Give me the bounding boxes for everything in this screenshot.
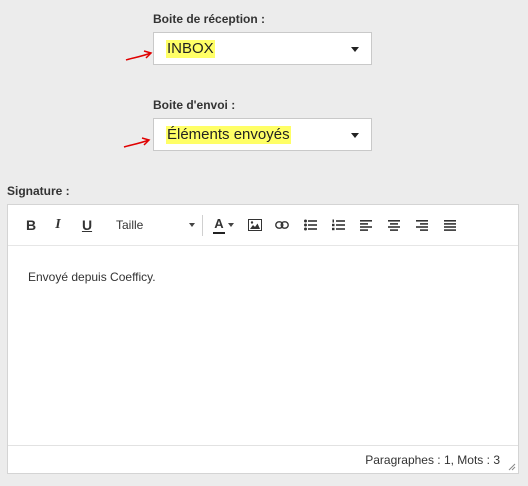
editor-statusbar: Paragraphes : 1, Mots : 3 xyxy=(8,445,518,473)
signature-editor: B I U Taille A Envoyé depuis Coefficy. P… xyxy=(7,204,519,474)
align-left-button[interactable] xyxy=(357,215,375,235)
annotation-arrow-outbox xyxy=(123,137,151,148)
justify-icon xyxy=(444,219,456,231)
numbered-list-icon xyxy=(331,219,345,231)
outbox-select[interactable]: Éléments envoyés xyxy=(153,118,372,151)
inbox-select[interactable]: INBOX xyxy=(153,32,372,65)
resize-handle-icon[interactable] xyxy=(508,463,516,471)
inbox-selected-value: INBOX xyxy=(166,40,215,58)
text-color-button[interactable]: A xyxy=(208,215,240,235)
bold-button[interactable]: B xyxy=(22,215,40,235)
underline-icon: U xyxy=(81,217,93,233)
inbox-label: Boite de réception : xyxy=(153,12,266,26)
bulleted-list-icon xyxy=(303,219,317,231)
insert-link-button[interactable] xyxy=(273,215,291,235)
justify-button[interactable] xyxy=(441,215,459,235)
underline-button[interactable]: U xyxy=(78,215,96,235)
align-right-button[interactable] xyxy=(413,215,431,235)
chevron-down-icon xyxy=(189,223,195,227)
editor-toolbar: B I U Taille A xyxy=(8,205,518,246)
image-icon xyxy=(248,219,262,231)
align-center-button[interactable] xyxy=(385,215,403,235)
chevron-down-icon xyxy=(351,47,359,52)
word-count-status: Paragraphes : 1, Mots : 3 xyxy=(365,453,500,467)
toolbar-divider xyxy=(202,215,203,236)
bulleted-list-button[interactable] xyxy=(301,215,319,235)
annotation-arrow-inbox xyxy=(125,50,153,61)
align-center-icon xyxy=(388,219,400,231)
signature-label: Signature : xyxy=(7,184,70,198)
outbox-selected-value: Éléments envoyés xyxy=(166,126,291,144)
numbered-list-button[interactable] xyxy=(329,215,347,235)
insert-image-button[interactable] xyxy=(246,215,264,235)
outbox-label: Boite d'envoi : xyxy=(153,98,236,112)
align-left-icon xyxy=(360,219,372,231)
italic-icon: I xyxy=(55,217,61,232)
text-color-icon: A xyxy=(213,216,225,234)
link-icon xyxy=(275,221,289,229)
chevron-down-icon xyxy=(351,133,359,138)
chevron-down-icon xyxy=(227,223,234,227)
font-size-select[interactable]: Taille xyxy=(111,215,199,235)
signature-content[interactable]: Envoyé depuis Coefficy. xyxy=(28,270,156,284)
bold-icon: B xyxy=(25,217,37,233)
italic-button[interactable]: I xyxy=(49,215,67,235)
font-size-label: Taille xyxy=(116,218,144,232)
align-right-icon xyxy=(416,219,428,231)
